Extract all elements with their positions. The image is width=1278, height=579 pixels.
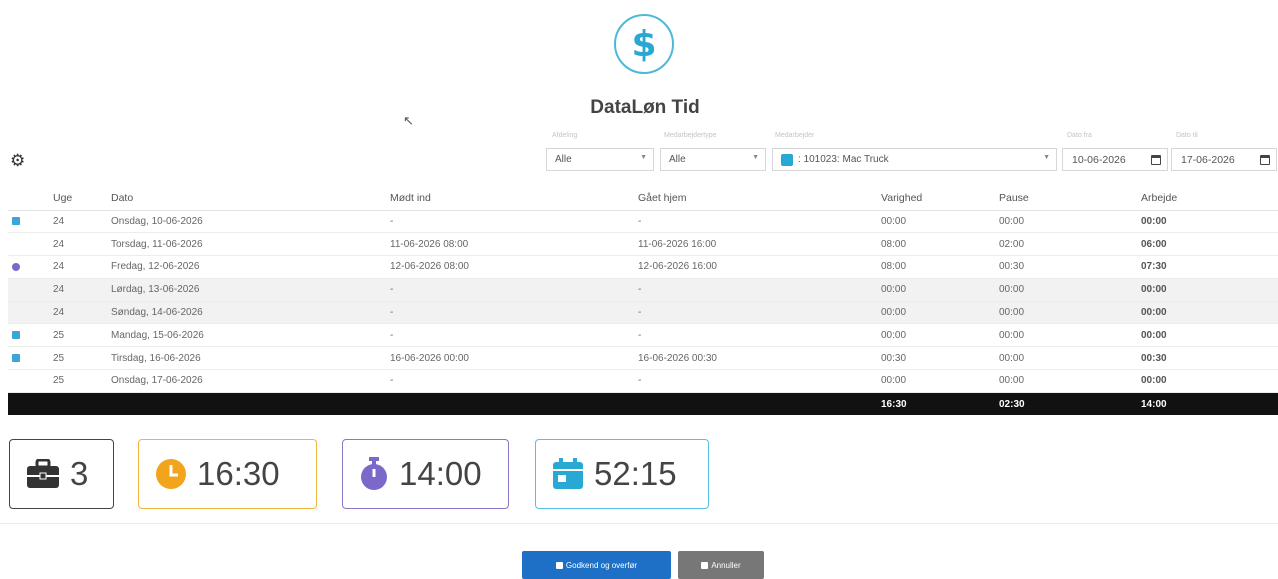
col-arbejde[interactable]: Arbejde [1137,186,1278,211]
calendar-icon [12,331,20,340]
date-to-input[interactable]: 17-06-2026 [1171,148,1277,171]
days-card: 3 [9,439,114,509]
calendar-icon[interactable] [1151,155,1161,165]
work-card: 14:00 [342,439,509,509]
close-icon [701,561,709,569]
mouse-cursor-icon: ↖ [403,113,414,128]
table-row[interactable]: 24 Torsdag, 11-06-2026 11-06-2026 08:00 … [8,232,1278,257]
calendar-icon [12,354,20,363]
table-row[interactable]: 24 Lørdag, 13-06-2026 - - 00:00 00:00 00… [8,278,1278,302]
table-row[interactable]: 24 Fredag, 12-06-2026 12-06-2026 08:00 1… [8,255,1278,279]
days-value: 3 [70,455,89,492]
period-value: 52:15 [594,455,677,492]
medarbejder-select[interactable]: : 101023: Mac Truck ▼ [772,148,1057,171]
person-icon [781,153,793,166]
stopwatch-icon [12,262,20,271]
chevron-down-icon: ▼ [752,154,759,161]
gear-icon[interactable]: ⚙ [10,152,25,169]
col-icon [8,186,49,211]
chevron-down-icon: ▼ [1043,154,1050,161]
time-table: Uge Dato Mødt ind Gået hjem Varighed Pau… [8,186,1278,416]
chevron-down-icon: ▼ [640,154,647,161]
duration-value: 16:30 [197,455,280,492]
save-icon [555,561,563,569]
duration-card: 16:30 [138,439,317,509]
table-row[interactable]: 24 Søndag, 14-06-2026 - - 00:00 00:00 00… [8,301,1278,325]
date-from-input[interactable]: 10-06-2026 [1062,148,1168,171]
cancel-button[interactable]: Annuller [678,551,764,579]
col-uge[interactable]: Uge [49,186,107,211]
work-value: 14:00 [399,455,482,492]
table-header-row: Uge Dato Mødt ind Gået hjem Varighed Pau… [8,186,1278,211]
dollar-logo-icon: $ [614,14,674,74]
table-row[interactable]: 24 Onsdag, 10-06-2026 - - 00:00 00:00 00… [8,210,1278,234]
total-pause: 02:30 [995,392,1137,416]
page-title: DataLøn Tid [590,97,700,118]
type-select[interactable]: Alle ▼ [660,148,766,171]
filter-label-type: Medarbejdertype [664,132,717,139]
calendar-icon [553,458,583,489]
clock-icon [156,459,186,489]
table-row[interactable]: 25 Mandag, 15-06-2026 - - 00:00 00:00 00… [8,323,1278,348]
approve-button[interactable]: Godkend og overfør [522,551,671,579]
filter-label-date-from: Dato fra [1067,132,1092,139]
col-modt-ind[interactable]: Mødt ind [386,186,634,211]
total-varighed: 16:30 [877,392,995,416]
period-card: 52:15 [535,439,709,509]
afdeling-select[interactable]: Alle ▼ [546,148,654,171]
total-arbejde: 14:00 [1137,392,1278,416]
filter-label-date-to: Dato til [1176,132,1198,139]
calendar-icon [12,217,20,226]
table-row[interactable]: 25 Onsdag, 17-06-2026 - - 00:00 00:00 00… [8,369,1278,393]
briefcase-icon [27,459,59,488]
table-row[interactable]: 25 Tirsdag, 16-06-2026 16-06-2026 00:00 … [8,346,1278,371]
col-gaet-hjem[interactable]: Gået hjem [634,186,877,211]
col-pause[interactable]: Pause [995,186,1137,211]
col-dato[interactable]: Dato [107,186,386,211]
filter-label-medarbejder: Medarbejder [775,132,815,139]
calendar-icon[interactable] [1260,155,1270,165]
stopwatch-icon [361,457,387,490]
filter-label-afdeling: Afdeling [552,132,578,139]
totals-row: 16:30 02:30 14:00 [8,392,1278,416]
col-varighed[interactable]: Varighed [877,186,995,211]
